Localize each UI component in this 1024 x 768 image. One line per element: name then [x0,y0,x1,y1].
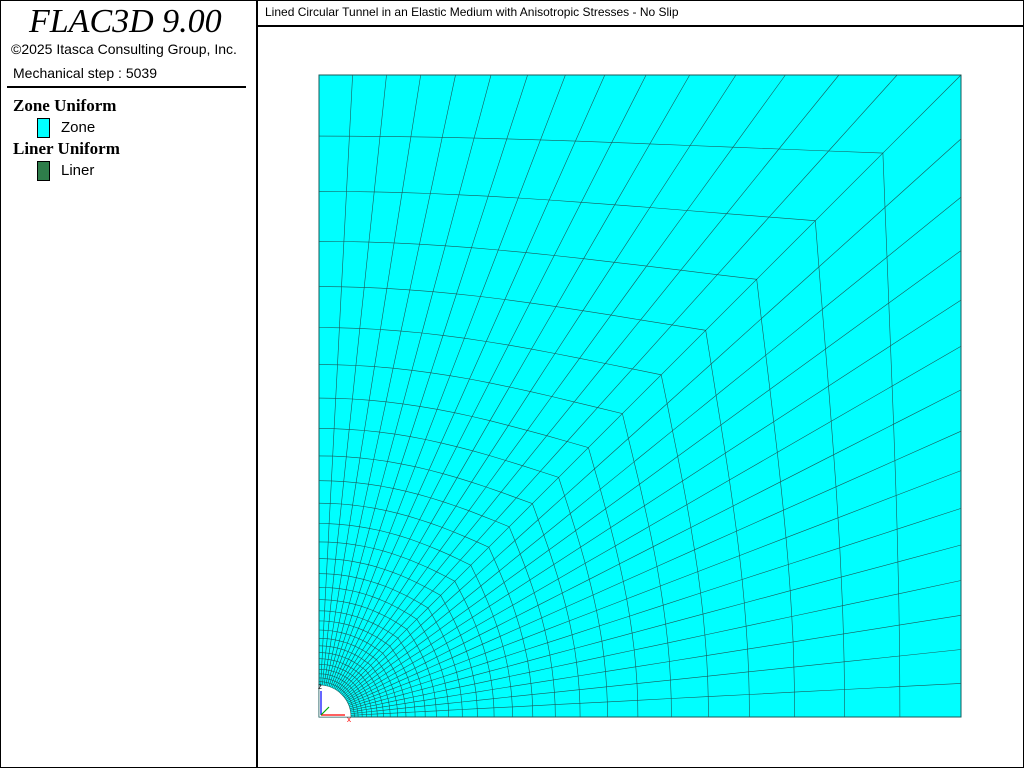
plot-viewport[interactable]: zx [258,27,1023,767]
zone-legend-title: Zone Uniform [13,96,117,115]
mechanical-step-text: Mechanical step : 5039 [13,65,157,81]
zone-color-swatch [37,118,50,138]
application-window: FLAC3D 9.00 ©2025 Itasca Consulting Grou… [0,0,1024,768]
liner-legend-title: Liner Uniform [13,139,120,158]
z-axis-label: z [318,682,322,691]
zone-legend-label: Zone [61,119,96,136]
liner-color-swatch [37,161,50,181]
divider [7,86,246,88]
plot-title-bar: Lined Circular Tunnel in an Elastic Medi… [258,1,1023,27]
liner-legend-label: Liner [61,162,95,179]
plot-title: Lined Circular Tunnel in an Elastic Medi… [265,5,679,19]
zone-mesh: zx [318,74,962,724]
x-axis-label: x [347,715,351,724]
legend-panel: FLAC3D 9.00 ©2025 Itasca Consulting Grou… [1,1,258,767]
copyright-text: ©2025 Itasca Consulting Group, Inc. [11,41,237,57]
app-title: FLAC3D 9.00 [29,3,222,40]
